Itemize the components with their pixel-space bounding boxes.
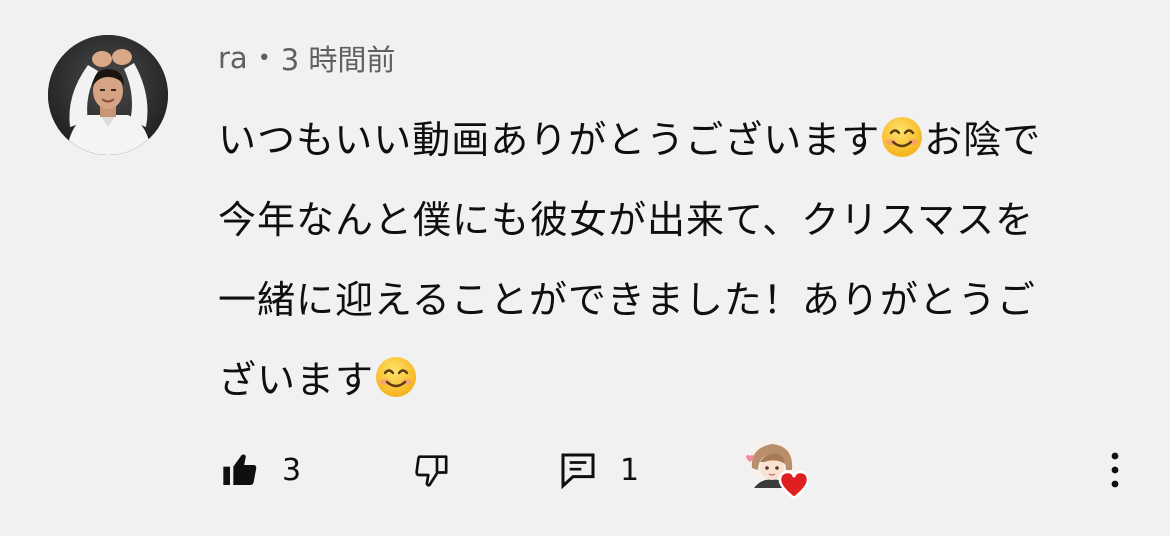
comment-text-segment: ざいます bbox=[218, 358, 375, 402]
like-button[interactable]: 3 bbox=[220, 440, 301, 500]
comment-line: いつもいい動画ありがとうございます お陰で bbox=[218, 100, 1148, 180]
reply-count: 1 bbox=[620, 452, 640, 488]
comment-icon bbox=[561, 453, 595, 490]
thumbs-up-icon bbox=[223, 454, 257, 485]
comment-text-segment: いつもいい動画ありがとうございます bbox=[218, 118, 881, 162]
comment-meta: ra • 3 時間前 bbox=[218, 38, 395, 78]
comment-text: いつもいい動画ありがとうございます お陰で 今年なんと僕にも彼女が出来て、クリス… bbox=[218, 100, 1148, 420]
comment-text-segment: お陰で bbox=[924, 118, 1042, 162]
like-count: 3 bbox=[282, 452, 302, 488]
more-actions-button[interactable] bbox=[1100, 440, 1130, 500]
comment-timestamp[interactable]: 3 時間前 bbox=[281, 37, 396, 79]
thumbs-down-icon bbox=[415, 455, 448, 487]
reply-button[interactable]: 1 bbox=[558, 440, 639, 500]
avatar-photo bbox=[48, 35, 168, 155]
author-avatar[interactable] bbox=[48, 35, 168, 155]
creator-heart bbox=[742, 437, 808, 500]
comment-thread: ra • 3 時間前 いつもいい動画ありがとうございます お陰で 今年なんと僕に… bbox=[0, 0, 1170, 536]
comment-line: 一緒に迎えることができました！ありがとうご bbox=[218, 278, 1036, 322]
smiling-face-icon bbox=[882, 117, 923, 157]
more-vertical-icon bbox=[1111, 452, 1119, 488]
meta-separator: • bbox=[257, 45, 271, 71]
comment-actions: 3 1 bbox=[0, 440, 1170, 500]
creator-heart-icon bbox=[746, 440, 808, 500]
comment-line: ざいます bbox=[218, 340, 1148, 420]
smiling-face-icon bbox=[376, 357, 417, 397]
dislike-button[interactable] bbox=[412, 440, 452, 500]
comment-line: 今年なんと僕にも彼女が出来て、クリスマスを bbox=[218, 198, 1034, 242]
author-name[interactable]: ra bbox=[218, 41, 248, 75]
